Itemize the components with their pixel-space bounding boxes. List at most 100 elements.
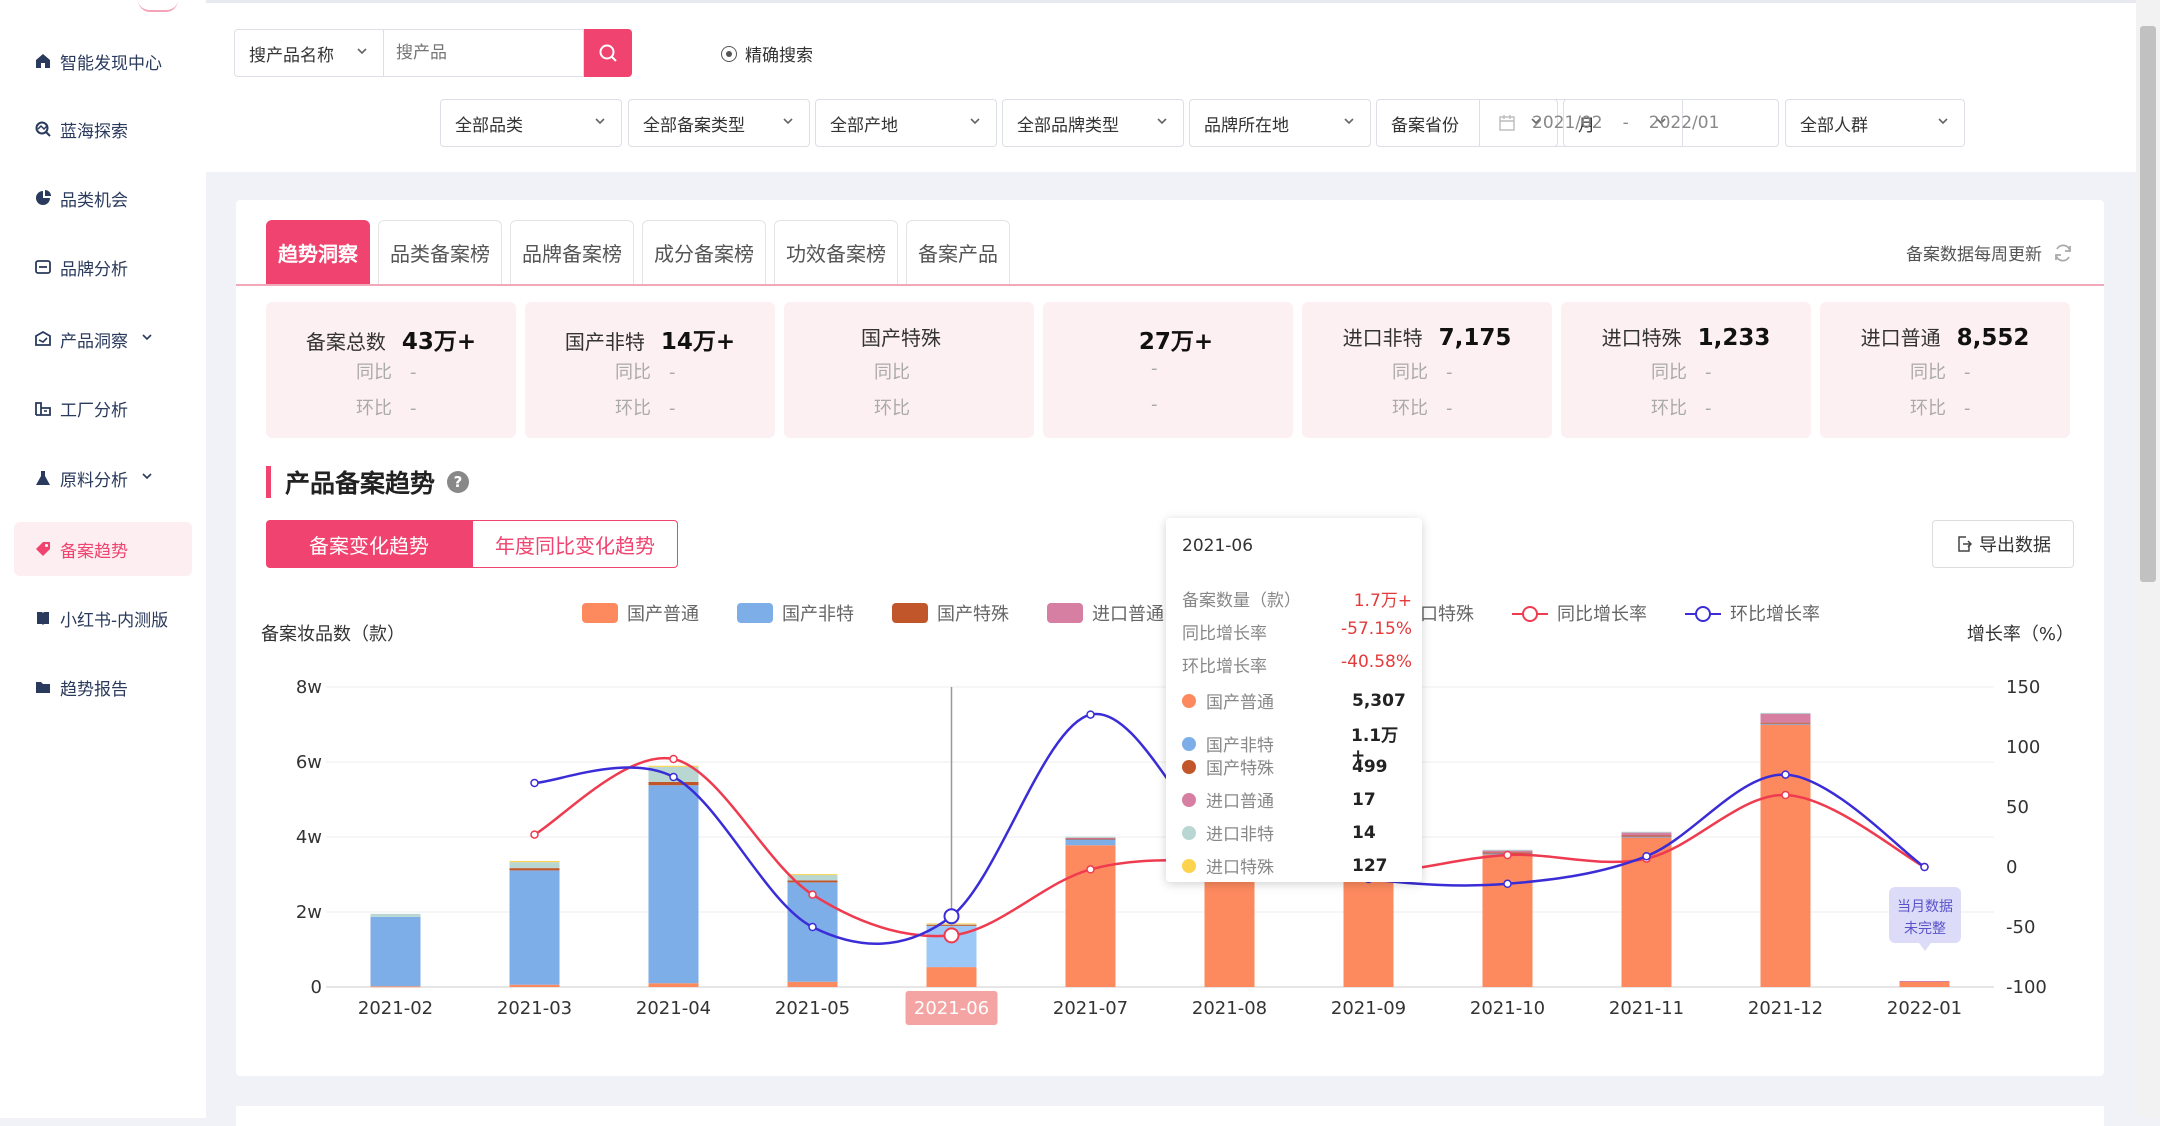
bar-segment[interactable]	[1065, 837, 1116, 839]
tooltip-series-label: 进口普通	[1206, 792, 1274, 812]
y-axis-label: 备案妆品数（款）	[261, 624, 405, 645]
series-point[interactable]	[669, 754, 678, 764]
crowd-select[interactable]: 全部人群	[1785, 99, 1965, 147]
series-dot	[1182, 693, 1196, 708]
legend-label: 国产特殊	[937, 604, 1009, 625]
sidebar-item-2[interactable]: 品类机会	[14, 171, 192, 225]
series-point[interactable]	[1781, 770, 1790, 779]
explore-icon	[34, 120, 52, 138]
legend-swatch	[582, 603, 618, 623]
filter-select-3[interactable]: 全部品牌类型	[1002, 99, 1184, 147]
tag-icon	[34, 540, 52, 558]
bar-segment[interactable]	[1621, 836, 1672, 838]
legend-item[interactable]: 环比增长率	[1685, 604, 1820, 625]
bar-segment[interactable]	[1899, 981, 1950, 982]
sidebar-item-0[interactable]: 智能发现中心	[14, 34, 192, 88]
bar-segment[interactable]	[787, 874, 838, 876]
sidebar-item-label: 工厂分析	[60, 400, 128, 421]
search-input[interactable]	[384, 29, 584, 77]
bar-segment[interactable]	[787, 981, 838, 987]
bar-segment[interactable]	[1065, 839, 1116, 846]
tooltip-row: 同比增长率 -57.15%	[1182, 619, 1412, 644]
bar-segment[interactable]	[1760, 712, 1811, 714]
calendar-icon	[1499, 115, 1515, 131]
y-tick-label: 6w	[296, 752, 322, 773]
legend-item[interactable]: 国产普通	[582, 603, 699, 625]
filter-select-4[interactable]: 品牌所在地	[1189, 99, 1371, 147]
series-point[interactable]	[669, 772, 678, 782]
series-point[interactable]	[943, 908, 960, 925]
filter-select-2[interactable]: 全部产地	[815, 99, 997, 147]
date-range-picker[interactable]: 2021/02 - 2022/01	[1479, 99, 1779, 147]
scrollbar[interactable]	[2136, 0, 2160, 1118]
series-point[interactable]	[530, 778, 539, 788]
tooltip-row-value: -40.58%	[1341, 652, 1412, 672]
sidebar-item-label: 原料分析	[60, 470, 128, 491]
series-point[interactable]	[530, 830, 539, 839]
bar-segment[interactable]	[509, 870, 560, 985]
tooltip-series-row: 进口非特 14	[1182, 820, 1412, 845]
bar-segment[interactable]	[1899, 981, 1950, 987]
series-point[interactable]	[1642, 851, 1651, 861]
bar-segment[interactable]	[1760, 723, 1811, 725]
bar-segment[interactable]	[1760, 722, 1811, 724]
bar-segment[interactable]	[1760, 713, 1811, 723]
legend-item[interactable]: 同比增长率	[1512, 604, 1647, 625]
bar-segment[interactable]	[1482, 853, 1533, 987]
bar-segment[interactable]	[1482, 849, 1533, 851]
bar-segment[interactable]	[648, 781, 699, 786]
bar-segment[interactable]	[370, 916, 421, 987]
series-point[interactable]	[1086, 865, 1095, 874]
bar-segment[interactable]	[648, 983, 699, 987]
radio-icon	[721, 45, 737, 62]
bar-segment[interactable]	[648, 785, 699, 984]
sidebar-item-9[interactable]: 趋势报告	[14, 660, 192, 714]
legend-item[interactable]: 国产非特	[737, 603, 854, 625]
bar-segment[interactable]	[509, 868, 560, 871]
legend-item[interactable]: 国产特殊	[892, 603, 1009, 625]
bottom-card	[236, 1106, 2104, 1126]
bar-segment[interactable]	[370, 986, 421, 988]
factory-icon	[34, 399, 52, 417]
sidebar-item-4[interactable]: 产品洞察	[14, 312, 192, 366]
folder-icon	[34, 678, 52, 696]
y2-tick-label: 150	[2006, 677, 2040, 698]
y2-tick-label: -50	[2006, 917, 2035, 938]
bar-segment[interactable]	[926, 967, 977, 987]
search-type-select[interactable]: 搜产品名称	[234, 29, 384, 77]
series-point[interactable]	[1920, 862, 1929, 872]
y2-tick-label: 100	[2006, 737, 2040, 758]
series-point[interactable]	[1781, 790, 1790, 800]
search-button[interactable]	[584, 29, 632, 77]
bar-segment[interactable]	[509, 861, 560, 863]
filter-select-0[interactable]: 全部品类	[440, 99, 622, 147]
bar-segment[interactable]	[370, 913, 421, 917]
bar-segment[interactable]	[1065, 836, 1116, 838]
series-point[interactable]	[1503, 850, 1512, 860]
bar-segment[interactable]	[509, 862, 560, 869]
sidebar-item-6[interactable]: 原料分析	[14, 451, 192, 505]
series-point[interactable]	[808, 922, 817, 932]
x-tick-label: 2021-02	[358, 998, 433, 1019]
exact-search-radio[interactable]: 精确搜索	[721, 41, 813, 66]
incomplete-note-arrow	[1919, 943, 1931, 951]
bar-segment[interactable]	[1760, 724, 1811, 988]
series-point[interactable]	[1086, 710, 1095, 719]
legend-item[interactable]: 进口普通	[1047, 603, 1164, 625]
sidebar-item-1[interactable]: 蓝海探索	[14, 102, 192, 156]
bar-segment[interactable]	[1621, 835, 1672, 837]
scrollbar-thumb[interactable]	[2140, 26, 2156, 582]
sidebar-item-5[interactable]: 工厂分析	[14, 381, 192, 435]
bar-segment[interactable]	[1621, 831, 1672, 833]
legend-swatch	[892, 603, 928, 623]
series-point[interactable]	[943, 927, 960, 944]
sidebar-item-3[interactable]: 品牌分析	[14, 240, 192, 294]
filter-select-1[interactable]: 全部备案类型	[628, 99, 810, 147]
sidebar-item-7[interactable]: 备案趋势	[14, 522, 192, 576]
chevron-down-icon	[781, 113, 795, 133]
tooltip-series-label: 国产特殊	[1206, 759, 1274, 779]
series-point[interactable]	[1503, 879, 1512, 889]
bar-segment[interactable]	[509, 984, 560, 987]
sidebar-item-8[interactable]: 小红书-内测版	[14, 591, 192, 645]
series-point[interactable]	[808, 890, 817, 899]
